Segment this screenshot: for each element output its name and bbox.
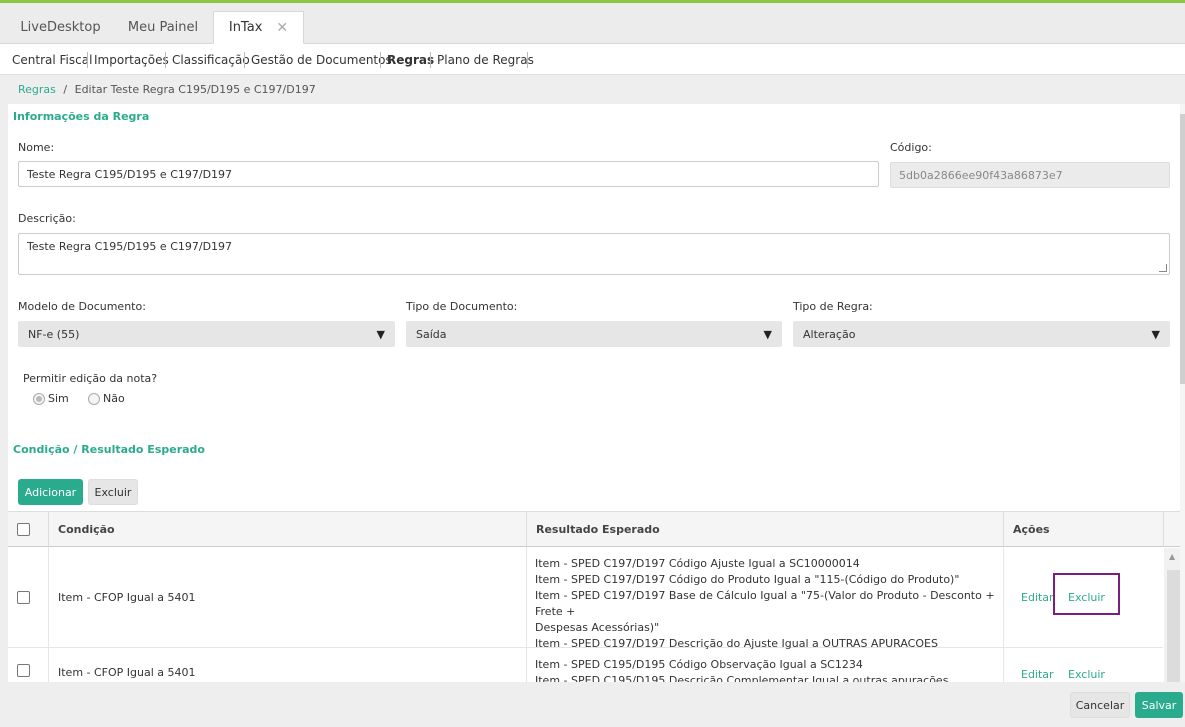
radio-sim[interactable]: Sim [33, 392, 69, 405]
conditions-table: Condição Resultado Esperado Ações Item -… [8, 511, 1183, 682]
codigo-label: Código: [890, 141, 932, 154]
tab-label: Meu Painel [127, 20, 199, 35]
delete-link[interactable]: Excluir [1068, 668, 1105, 681]
breadcrumb-separator: / [63, 83, 68, 96]
tab-intax[interactable]: InTax ✕ [213, 11, 304, 44]
resultado-cell: Item - SPED C197/D197 Código Ajuste Igua… [527, 547, 1004, 650]
permitir-label: Permitir edição da nota? [23, 372, 158, 385]
rule-panel: Informações da Regra Nome: Teste Regra C… [8, 104, 1183, 682]
row-select-cell [8, 648, 49, 682]
scroll-up-icon[interactable]: ▲ [1169, 552, 1175, 561]
nav-plano-de-regras[interactable]: Plano de Regras [437, 53, 534, 67]
row-checkbox[interactable] [17, 590, 30, 604]
table-header: Condição Resultado Esperado Ações [8, 512, 1183, 547]
header-resultado[interactable]: Resultado Esperado [527, 512, 1004, 547]
modelo-select[interactable]: NF-e (55) ▼ [18, 321, 395, 347]
section-info-title: Informações da Regra [13, 110, 150, 123]
tipo-regra-label: Tipo de Regra: [793, 300, 873, 313]
modelo-value: NF-e (55) [28, 327, 80, 341]
nav-central-fiscal[interactable]: Central Fiscal [12, 53, 92, 67]
descricao-label: Descrição: [18, 212, 76, 225]
codigo-input: 5db0a2866ee90f43a86873e7 [890, 162, 1170, 188]
module-nav: Central Fiscal Importações Classificação… [0, 44, 1185, 75]
header-select-cell [8, 512, 49, 547]
radio-nao[interactable]: Não [88, 392, 125, 405]
row-select-cell [8, 547, 49, 647]
acoes-cell: Editar Excluir [1004, 547, 1163, 647]
nome-label: Nome: [18, 141, 55, 154]
nav-divider [430, 52, 431, 68]
table-row: Item - CFOP Igual a 5401 Item - SPED C19… [8, 648, 1163, 682]
radio-circle [88, 392, 100, 405]
tab-livedesktop[interactable]: LiveDesktop [8, 11, 113, 44]
resultado-line: Despesas Acessórias)" [535, 621, 660, 634]
resultado-line: Item - SPED C197/D197 Código do Produto … [535, 573, 960, 586]
edit-link[interactable]: Editar [1021, 668, 1054, 681]
resultado-line: Item - SPED C197/D197 Código Ajuste Igua… [535, 557, 860, 570]
nav-divider [380, 52, 381, 68]
page-scrollbar-thumb[interactable] [1180, 114, 1185, 384]
resultado-line: Item - SPED C195/D195 Código Observação … [535, 658, 863, 671]
tab-label: InTax [228, 20, 263, 35]
tab-meu-painel[interactable]: Meu Painel [113, 11, 213, 44]
nav-gestao-documentos[interactable]: Gestão de Documentos [251, 53, 392, 67]
breadcrumb: Regras / Editar Teste Regra C195/D195 e … [18, 83, 316, 96]
tipo-regra-value: Alteração [803, 327, 856, 341]
footer-bar: Cancelar Salvar [0, 682, 1185, 727]
chevron-down-icon: ▼ [1151, 327, 1160, 341]
scrollbar-thumb[interactable] [1167, 570, 1180, 682]
resultado-line: Item - SPED C195/D195 Descrição Compleme… [535, 674, 949, 682]
tipo-doc-select[interactable]: Saída ▼ [406, 321, 782, 347]
modelo-label: Modelo de Documento: [18, 300, 146, 313]
nav-divider [87, 52, 88, 68]
tab-label: LiveDesktop [20, 20, 101, 35]
radio-nao-label: Não [103, 392, 125, 405]
save-button[interactable]: Salvar [1135, 692, 1183, 718]
breadcrumb-regras[interactable]: Regras [18, 83, 56, 96]
acoes-cell: Editar Excluir [1004, 648, 1163, 682]
resultado-cell: Item - SPED C195/D195 Código Observação … [527, 648, 1004, 682]
condicao-cell: Item - CFOP Igual a 5401 [49, 648, 527, 682]
nav-divider [165, 52, 166, 68]
breadcrumb-current: Editar Teste Regra C195/D195 e C197/D197 [74, 83, 316, 96]
nav-classificacao[interactable]: Classificação [172, 53, 250, 67]
descricao-text: Teste Regra C195/D195 e C197/D197 [27, 240, 233, 253]
nav-regras[interactable]: Regras [387, 53, 434, 67]
page-scrollbar[interactable] [1180, 104, 1185, 682]
descricao-textarea[interactable]: Teste Regra C195/D195 e C197/D197 [18, 233, 1170, 275]
delete-selected-button[interactable]: Excluir [88, 479, 138, 505]
resultado-line: Item - SPED C197/D197 Base de Cálculo Ig… [535, 589, 995, 618]
nome-input[interactable]: Teste Regra C195/D195 e C197/D197 [18, 161, 879, 187]
row-checkbox[interactable] [17, 664, 30, 677]
nav-divider [527, 52, 528, 68]
header-condicao[interactable]: Condição [49, 512, 527, 547]
table-row: Item - CFOP Igual a 5401 Item - SPED C19… [8, 547, 1163, 650]
tipo-regra-select[interactable]: Alteração ▼ [793, 321, 1170, 347]
nav-importacoes[interactable]: Importações [94, 53, 169, 67]
chevron-down-icon: ▼ [763, 327, 772, 341]
add-button[interactable]: Adicionar [18, 479, 83, 505]
app-tabs: LiveDesktop Meu Painel InTax ✕ [0, 3, 1185, 44]
close-icon[interactable]: ✕ [276, 20, 288, 36]
radio-circle [33, 392, 45, 405]
resize-grip-icon[interactable] [1159, 264, 1167, 272]
condicao-cell: Item - CFOP Igual a 5401 [49, 547, 527, 647]
chevron-down-icon: ▼ [376, 327, 385, 341]
header-acoes: Ações [1004, 512, 1164, 547]
cancel-button[interactable]: Cancelar [1070, 692, 1130, 718]
radio-sim-label: Sim [48, 392, 69, 405]
tipo-doc-value: Saída [416, 327, 447, 341]
nav-divider [244, 52, 245, 68]
edit-link[interactable]: Editar [1021, 591, 1054, 604]
tipo-doc-label: Tipo de Documento: [406, 300, 518, 313]
section-condicao-title: Condição / Resultado Esperado [13, 443, 205, 456]
highlight-box [1053, 573, 1120, 615]
select-all-checkbox[interactable] [17, 523, 30, 536]
